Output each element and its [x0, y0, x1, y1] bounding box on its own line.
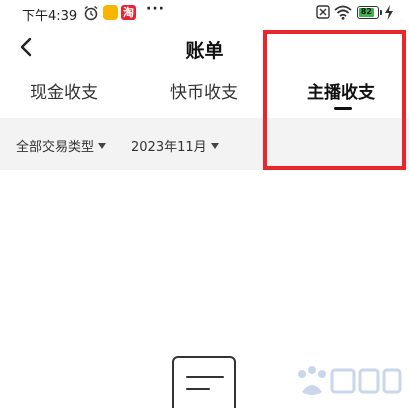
charging-icon	[385, 5, 393, 20]
tab-label: 现金收支	[30, 83, 98, 103]
month-dropdown[interactable]: 2023年11月	[131, 136, 219, 155]
wifi-icon	[334, 5, 352, 20]
month-label: 2023年11月	[131, 140, 207, 155]
caret-down-icon	[98, 142, 107, 149]
tab-kuaibi[interactable]: 快币收支	[170, 78, 238, 118]
alarm-icon	[84, 5, 98, 21]
chevron-left-icon	[20, 37, 32, 57]
sim-icon	[316, 5, 330, 19]
active-tab-indicator	[334, 107, 352, 110]
battery-icon: 82	[357, 6, 382, 19]
status-bar: 下午4:39 淘 ··· 82	[0, 0, 409, 26]
screen: 下午4:39 淘 ··· 82 账单 现金收支 快币收支 主播收支 全部交易类型…	[0, 0, 409, 408]
filter-bar: 全部交易类型 2023年11月	[0, 118, 409, 170]
status-time: 下午4:39	[22, 9, 78, 24]
tab-streamer[interactable]: 主播收支	[307, 78, 375, 118]
taobao-notification-icon: 淘	[121, 5, 136, 20]
transaction-type-label: 全部交易类型	[16, 140, 95, 155]
title-bar: 账单	[0, 28, 409, 68]
tab-bar: 现金收支 快币收支 主播收支	[0, 78, 409, 118]
tab-label: 快币收支	[170, 83, 238, 103]
tab-cash[interactable]: 现金收支	[30, 78, 98, 118]
transaction-type-dropdown[interactable]: 全部交易类型	[16, 136, 107, 155]
caret-down-icon	[210, 142, 219, 149]
app-notification-icon	[103, 5, 118, 20]
baidu-jingyan-watermark	[298, 366, 402, 395]
tab-label: 主播收支	[307, 83, 375, 103]
document-icon	[172, 356, 236, 408]
page-title: 账单	[185, 40, 224, 62]
back-button[interactable]	[12, 33, 40, 61]
more-notifications-icon: ···	[146, 1, 165, 17]
battery-level: 82	[359, 7, 374, 17]
